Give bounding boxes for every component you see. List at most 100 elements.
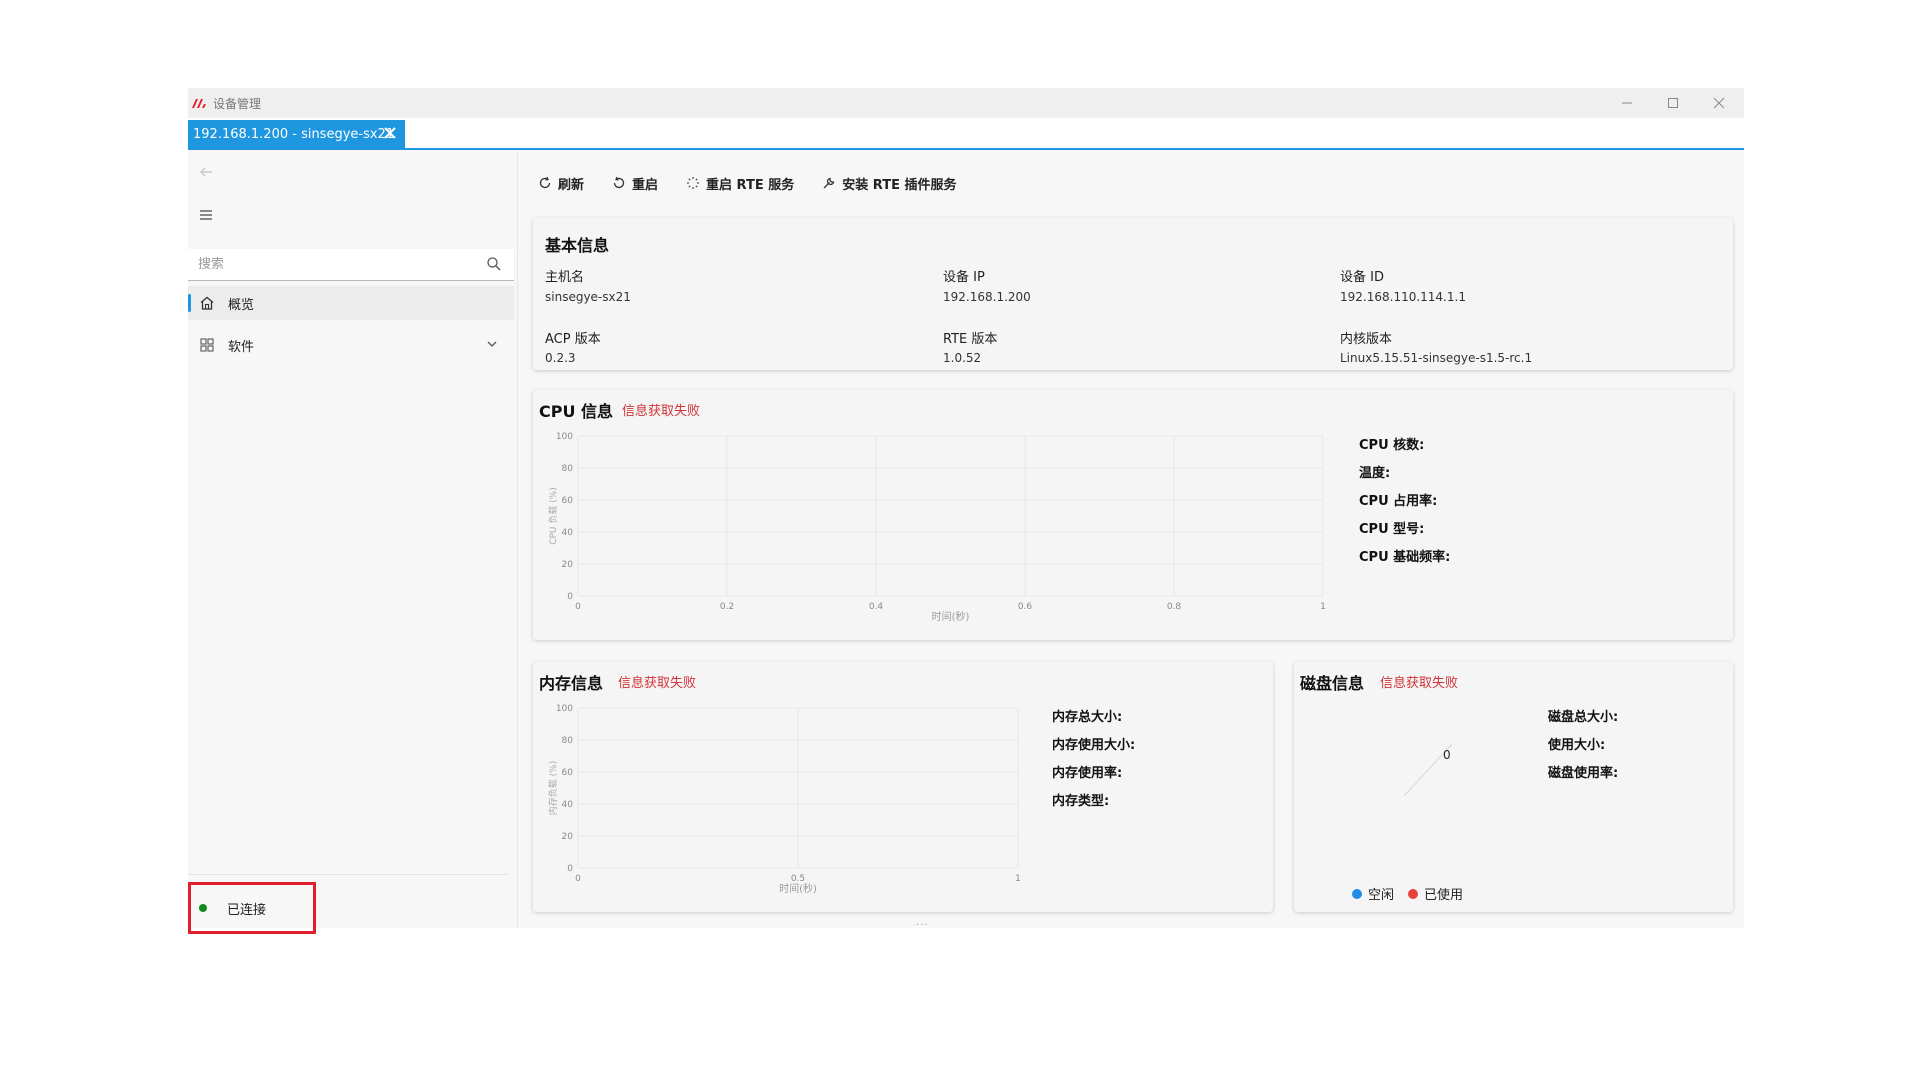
search-box — [188, 249, 514, 281]
tab-device[interactable]: 192.168.1.200 - sinsegye-sx21 — [188, 120, 405, 148]
cpu-frequency-label: CPU 基础频率: — [1359, 550, 1451, 565]
basic-info-card: 基本信息 主机名 sinsegye-sx21 设备 IP 192.168.1.2… — [533, 218, 1733, 370]
hostname-value: sinsegye-sx21 — [545, 290, 631, 304]
cpu-cores-label: CPU 核数: — [1359, 438, 1425, 453]
y-tick-label: 20 — [562, 560, 574, 570]
x-tick-label: 1 — [1320, 602, 1326, 612]
x-tick-label: 0.2 — [720, 602, 734, 612]
connection-status: 已连接 — [188, 882, 316, 934]
legend-free-dot-icon — [1352, 888, 1362, 899]
search-input[interactable] — [198, 257, 478, 272]
back-button[interactable] — [198, 164, 214, 184]
device-id-value: 192.168.110.114.1.1 — [1340, 290, 1466, 304]
disk-usage-label: 磁盘使用率: — [1548, 766, 1619, 781]
restart-rte-button[interactable]: 重启 RTE 服务 — [686, 174, 794, 193]
home-icon — [198, 294, 216, 312]
menu-toggle-button[interactable] — [198, 207, 214, 227]
sidebar-item-overview[interactable]: 概览 — [188, 286, 514, 320]
title-bar: 设备管理 — [188, 88, 1744, 118]
apps-icon — [198, 336, 216, 354]
memory-total-label: 内存总大小: — [1052, 710, 1123, 725]
app-logo-icon — [191, 95, 207, 111]
basic-info-title: 基本信息 — [545, 236, 610, 255]
hostname-label: 主机名 — [545, 270, 585, 285]
y-tick-label: 20 — [562, 832, 574, 842]
memory-usage-label: 内存使用率: — [1052, 766, 1123, 781]
legend-used-label: 已使用 — [1424, 888, 1464, 903]
cpu-info-card: CPU 信息 信息获取失败 0 20 40 60 80 100 0 0.2 0.4 0.6 0.8 1… — [533, 390, 1733, 640]
device-ip-label: 设备 IP — [943, 270, 985, 285]
x-tick-label: 0 — [575, 874, 581, 884]
tab-close-button[interactable] — [381, 124, 399, 142]
y-tick-label: 0 — [567, 864, 573, 874]
y-axis-label: 内存负载 (%) — [547, 761, 559, 815]
rte-version-value: 1.0.52 — [943, 351, 982, 365]
loading-spinner-icon — [687, 177, 700, 189]
tab-label: 192.168.1.200 - sinsegye-sx21 — [193, 126, 395, 142]
sidebar-divider — [188, 874, 508, 875]
y-tick-label: 80 — [562, 464, 574, 474]
close-icon — [384, 127, 396, 139]
y-tick-label: 100 — [556, 432, 573, 442]
y-axis-label: CPU 负载 (%) — [547, 487, 559, 545]
restart-rte-label: 重启 RTE 服务 — [706, 177, 795, 193]
refresh-button[interactable]: 刷新 — [538, 174, 584, 193]
sidebar: 概览 软件 已连接 — [188, 152, 518, 934]
cpu-usage-label: CPU 占用率: — [1359, 494, 1438, 509]
refresh-icon — [539, 176, 551, 189]
arrow-left-icon — [200, 167, 212, 177]
close-icon — [1713, 97, 1725, 109]
memory-info-card: 内存信息 信息获取失败 0 20 40 60 80 100 0 0.5 1 时间(秒) 内存负载 (… — [533, 662, 1273, 912]
y-tick-label: 100 — [556, 704, 573, 714]
disk-used-label: 使用大小: — [1548, 738, 1606, 753]
x-tick-label: 0.6 — [1018, 602, 1033, 612]
restart-label: 重启 — [632, 177, 659, 193]
restart-button[interactable]: 重启 — [612, 174, 658, 193]
hamburger-icon — [200, 210, 212, 220]
status-dot-icon — [199, 904, 207, 912]
close-window-button[interactable] — [1696, 88, 1742, 118]
disk-pie-chart — [1403, 743, 1453, 797]
x-tick-label: 1 — [1015, 874, 1021, 884]
x-tick-label: 0.8 — [1167, 602, 1182, 612]
install-rte-button[interactable]: 安装 RTE 插件服务 — [822, 174, 957, 193]
cpu-temperature-label: 温度: — [1359, 466, 1391, 481]
maximize-icon — [1668, 98, 1678, 108]
install-rte-label: 安装 RTE 插件服务 — [842, 177, 957, 193]
disk-info-title: 磁盘信息 — [1300, 674, 1365, 693]
maximize-button[interactable] — [1650, 88, 1696, 118]
sidebar-item-label: 概览 — [228, 297, 255, 313]
legend-used[interactable]: 已使用 — [1408, 884, 1463, 903]
toolbar: 刷新 重启 重启 RTE 服务 安装 RTE 插件服务 — [538, 168, 985, 198]
minimize-icon — [1622, 102, 1632, 104]
cpu-error-text: 信息获取失败 — [622, 404, 701, 419]
legend-free[interactable]: 空闲 — [1352, 884, 1394, 903]
y-tick-label: 60 — [562, 768, 574, 778]
memory-line-chart: 0 20 40 60 80 100 0 0.5 1 时间(秒) 内存负载 (%) — [547, 704, 1021, 895]
minimize-button[interactable] — [1604, 88, 1650, 118]
chevron-down-icon[interactable] — [486, 338, 498, 354]
wrench-icon — [823, 177, 835, 189]
device-manager-window: 设备管理 192.168.1.200 - sinsegye-sx21 搜索 概览… — [188, 88, 1744, 934]
disk-info-card: 磁盘信息 信息获取失败 0 磁盘总大小: 使用大小: 磁盘使用率: 空闲 已使用 — [1294, 662, 1733, 912]
kernel-version-value: Linux5.15.51-sinsegye-s1.5-rc.1 — [1340, 351, 1533, 365]
disk-total-label: 磁盘总大小: — [1548, 710, 1619, 725]
sidebar-item-software[interactable]: 软件 — [188, 328, 514, 362]
rte-version-label: RTE 版本 — [943, 332, 998, 347]
sidebar-item-label: 软件 — [228, 339, 255, 355]
x-tick-label: 0.4 — [869, 602, 884, 612]
legend-used-dot-icon — [1408, 888, 1418, 899]
kernel-version-label: 内核版本 — [1340, 332, 1393, 347]
x-tick-label: 0 — [575, 602, 581, 612]
scroll-indicator: ··· — [916, 920, 929, 931]
y-tick-label: 60 — [562, 496, 574, 506]
y-tick-label: 40 — [562, 800, 574, 810]
x-axis-label: 时间(秒) — [932, 610, 970, 623]
search-icon[interactable] — [486, 256, 502, 276]
memory-used-label: 内存使用大小: — [1052, 738, 1136, 753]
acp-version-value: 0.2.3 — [545, 351, 576, 365]
status-label: 已连接 — [227, 902, 267, 918]
y-tick-label: 0 — [567, 592, 573, 602]
refresh-label: 刷新 — [558, 177, 585, 193]
disk-pie-center-value: 0 — [1443, 748, 1451, 762]
